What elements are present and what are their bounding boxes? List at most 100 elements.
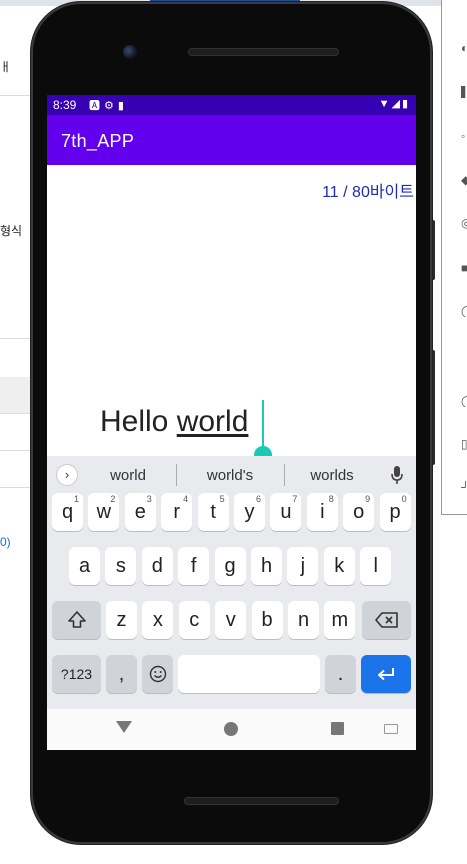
key-a[interactable]: a [69,547,100,585]
background-link[interactable]: 0) [0,535,11,549]
key-hint: 9 [365,494,371,504]
key-hint: 5 [219,494,225,504]
enter-icon [378,668,394,681]
key-hint: 8 [328,494,334,504]
key-y[interactable]: y6 [234,493,265,531]
space-key[interactable] [178,655,320,693]
suggestion-item[interactable]: world [78,467,178,484]
key-e[interactable]: e3 [124,493,156,531]
key-label: f [190,555,197,577]
key-label: i [320,501,325,523]
backspace-key[interactable] [362,601,411,639]
key-h[interactable]: h [251,547,282,585]
symbols-key[interactable]: ?123 [52,655,101,693]
key-m[interactable]: m [324,601,356,639]
key-w[interactable]: w2 [88,493,120,531]
key-hint: 1 [73,494,79,504]
key-g[interactable]: g [214,547,246,585]
mic-icon[interactable] [390,465,404,485]
key-hint: 2 [110,494,116,504]
key-label: n [297,609,310,631]
toolbar-icon[interactable]: ◎ [461,217,467,229]
key-label: m [331,609,349,631]
toolbar-icon[interactable]: ◯ [461,305,467,317]
status-notification-icons: 🅰⚙▮ [89,97,128,113]
key-label: u [280,501,292,523]
key-j[interactable]: j [287,547,319,585]
key-o[interactable]: o9 [343,493,375,531]
suggestion-item[interactable]: worlds [282,467,382,484]
key-label: r [173,501,181,523]
top-speaker [188,48,339,56]
key-i[interactable]: i8 [306,493,338,531]
key-s[interactable]: s [105,547,137,585]
key-label: x [152,609,163,631]
key-l[interactable]: l [360,547,392,585]
comma-key[interactable]: , [106,655,137,693]
toolbar-icon[interactable]: ■ [461,262,467,274]
key-hint: 6 [255,494,261,504]
key-label: c [189,609,200,631]
toolbar-icon[interactable]: ▯ [461,438,467,450]
key-d[interactable]: d [141,547,173,585]
battery-icon: ▮ [401,98,410,110]
key-t[interactable]: t5 [197,493,229,531]
suggestion-item[interactable]: world's [180,467,280,484]
signal-icon: ◢ [391,98,402,110]
key-n[interactable]: n [288,601,319,639]
emoji-icon [149,665,166,683]
key-label: k [334,555,345,577]
enter-key[interactable] [361,655,411,693]
shift-key[interactable] [52,601,101,639]
toolbar-icon[interactable]: ◯ [461,395,467,407]
keyboard-switch-icon[interactable] [384,724,398,734]
key-b[interactable]: b [251,601,283,639]
input-text: Hello [100,405,177,438]
key-hint: 3 [146,494,152,504]
key-f[interactable]: f [178,547,210,585]
key-p[interactable]: p0 [379,493,411,531]
key-label: y [244,501,255,523]
key-u[interactable]: u7 [270,493,302,531]
toolbar-icon[interactable]: ◦ [461,130,467,142]
nav-back-icon[interactable] [116,721,132,733]
text-input[interactable]: Hello world [100,405,248,439]
key-label: o [353,501,365,523]
toolbar-icon[interactable]: ◐ [461,42,467,54]
bottom-speaker [184,797,339,805]
system-nav-bar [47,709,416,750]
key-label: j [300,555,306,577]
key-label: v [225,609,236,631]
key-z[interactable]: z [106,601,137,639]
key-label: g [224,555,236,577]
toolbar-icon[interactable]: ◆ [461,174,467,186]
key-hint: 4 [183,494,189,504]
key-label: w [96,501,112,523]
toolbar-icon[interactable]: ▌ [461,86,467,98]
status-time: 8:39 [53,98,77,112]
key-k[interactable]: k [323,547,355,585]
key-x[interactable]: x [142,601,174,639]
backspace-icon [374,612,398,628]
key-label: t [210,501,216,523]
phone-screen: 8:39 🅰⚙▮ ▼◢▮ 7th_APP 11 / 80바이트 Hello wo… [47,95,416,750]
front-camera [123,45,137,59]
key-hint: 7 [292,494,298,504]
key-label: e [134,501,146,523]
emoji-key[interactable] [142,655,173,693]
key-q[interactable]: q1 [52,493,83,531]
key-r[interactable]: r4 [161,493,193,531]
key-label: a [78,555,91,577]
nav-home-icon[interactable] [224,722,238,736]
settings-gear-icon: ⚙ [104,100,118,112]
shift-icon [67,611,86,628]
expand-suggestions-icon[interactable]: › [56,464,78,486]
suggestion-strip: › world world's worlds [47,456,416,494]
period-key[interactable]: . [325,655,356,693]
nav-recents-icon[interactable] [331,722,344,735]
soft-keyboard: › world world's worlds ?123 , . q 1 w 2 … [47,456,416,709]
toolbar-icon[interactable]: ┘ [461,481,467,493]
status-bar: 8:39 🅰⚙▮ ▼◢▮ [47,95,416,115]
key-c[interactable]: c [178,601,210,639]
key-v[interactable]: v [215,601,247,639]
